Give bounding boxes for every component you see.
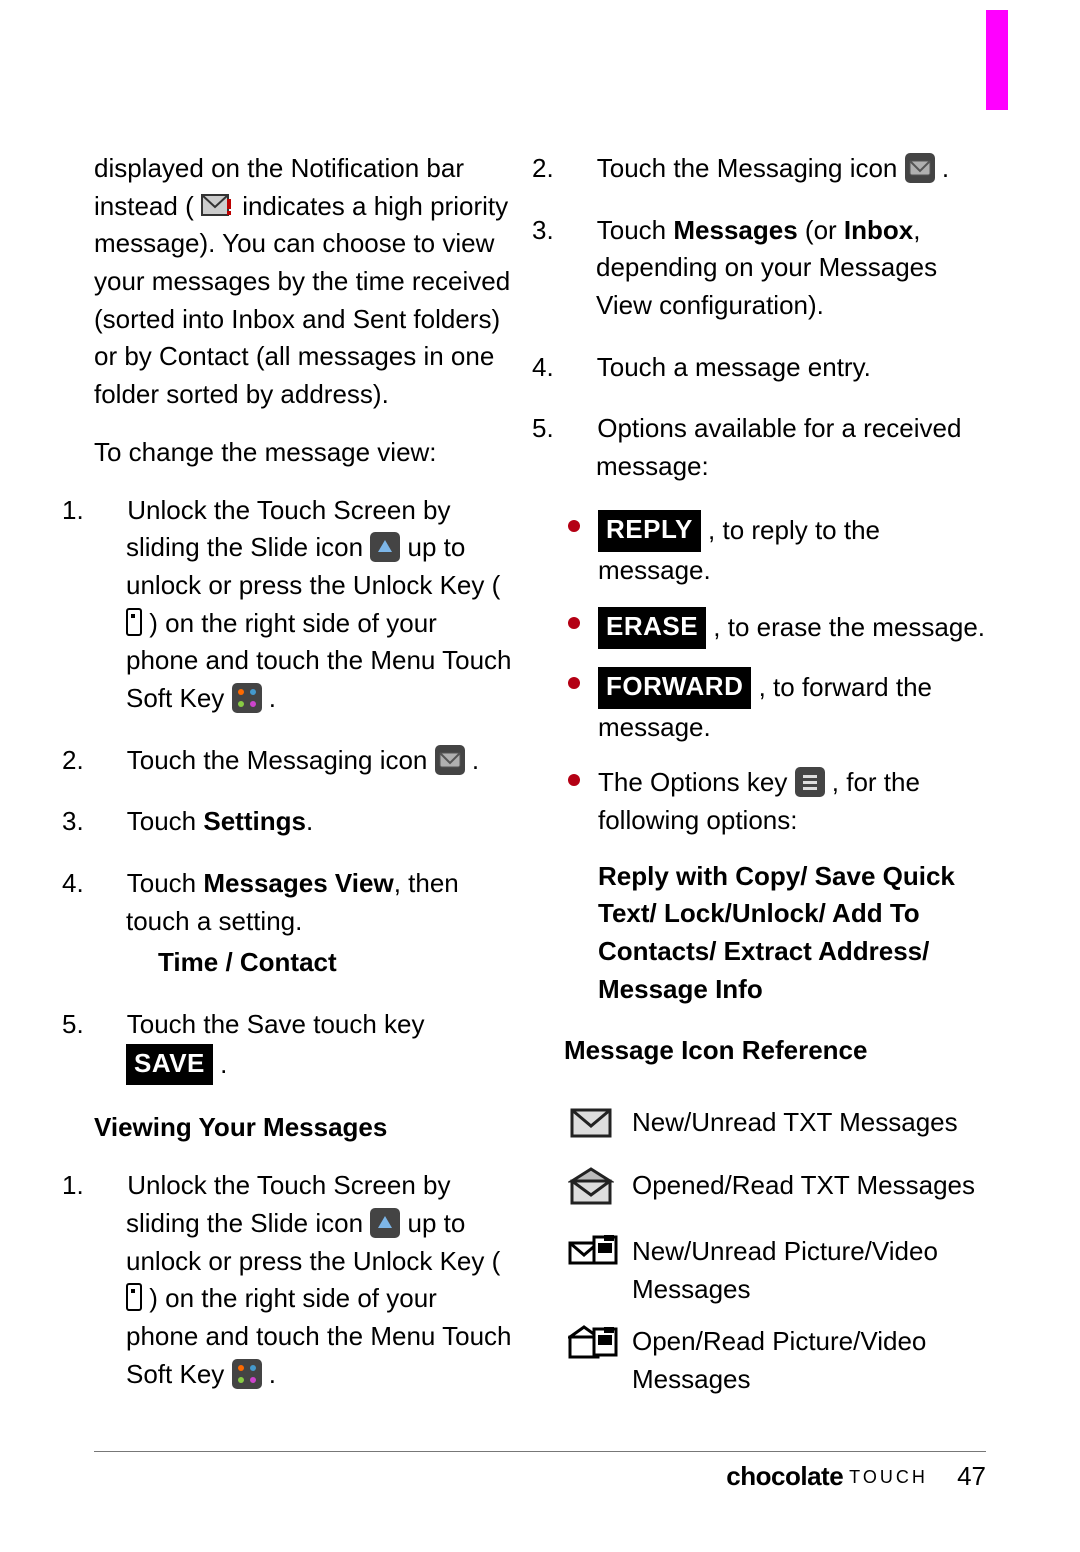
messaging-icon <box>435 745 465 775</box>
option-erase: ERASE , to erase the message. <box>564 607 986 649</box>
option-reply: REPLY , to reply to the message. <box>564 510 986 589</box>
text: ) on the right side of your phone and to… <box>126 1283 512 1388</box>
viewing-messages-steps-right: 2. Touch the Messaging icon . 3. Touch M… <box>564 150 986 486</box>
text: Touch the Messaging icon <box>597 153 905 183</box>
erase-button[interactable]: ERASE <box>598 607 706 649</box>
opened-read-txt-icon <box>568 1167 632 1220</box>
iconref-row: New/Unread TXT Messages <box>568 1104 986 1153</box>
text: . <box>942 153 949 183</box>
slide-up-icon <box>370 1208 400 1238</box>
text: . <box>269 1359 276 1389</box>
text: , to erase the message. <box>706 612 985 642</box>
change-view-steps: 1. Unlock the Touch Screen by sliding th… <box>94 492 516 1086</box>
text: Unlock the Touch Screen by sliding the S… <box>126 1170 451 1238</box>
viewing-messages-steps-left: 1. Unlock the Touch Screen by sliding th… <box>94 1167 516 1393</box>
reply-button[interactable]: REPLY <box>598 510 701 552</box>
text: . <box>269 683 276 713</box>
inbox-label: Inbox <box>844 215 913 245</box>
text: Unlock the Touch Screen by sliding the S… <box>126 495 451 563</box>
text: The Options key <box>598 767 795 797</box>
forward-button[interactable]: FORWARD <box>598 667 751 709</box>
messaging-icon <box>905 153 935 183</box>
text: Touch a message entry. <box>597 352 871 382</box>
page-content: displayed on the Notification bar instea… <box>94 150 986 1432</box>
iconref-row: New/Unread Picture/Video Messages <box>568 1233 986 1308</box>
menu-softkey-icon <box>232 1359 262 1389</box>
step-5: 5. Touch the Save touch key SAVE . <box>94 1006 516 1085</box>
intro-paragraph: displayed on the Notification bar instea… <box>94 150 516 414</box>
received-message-options: REPLY , to reply to the message. ERASE ,… <box>564 510 986 840</box>
page-footer: chocolate TOUCH 47 <box>0 1458 986 1496</box>
change-view-lead: To change the message view: <box>94 434 516 472</box>
save-button[interactable]: SAVE <box>126 1044 213 1086</box>
step-5: 5. Options available for a received mess… <box>564 410 986 485</box>
page-number: 47 <box>957 1461 986 1491</box>
icon-reference-heading: Message Icon Reference <box>564 1032 986 1070</box>
text: . <box>472 745 479 775</box>
time-contact-option: Time / Contact <box>158 944 516 982</box>
settings-label: Settings <box>203 806 306 836</box>
unlock-key-icon <box>126 608 142 636</box>
text: indicates a high priority message). You … <box>94 191 510 409</box>
text: ) on the right side of your phone and to… <box>126 608 512 713</box>
viewing-messages-heading: Viewing Your Messages <box>94 1109 516 1147</box>
brand-sub: TOUCH <box>849 1467 928 1487</box>
slide-up-icon <box>370 532 400 562</box>
new-unread-picture-video-icon <box>568 1233 632 1308</box>
iconref-label: Open/Read Picture/Video Messages <box>632 1323 986 1398</box>
iconref-row: Open/Read Picture/Video Messages <box>568 1323 986 1398</box>
step-1: 1. Unlock the Touch Screen by sliding th… <box>94 492 516 718</box>
text: Touch the Messaging icon <box>127 745 435 775</box>
options-key-icon <box>795 767 825 797</box>
text: Touch <box>597 215 674 245</box>
text: (or <box>798 215 844 245</box>
text: . <box>306 806 313 836</box>
unlock-key-icon <box>126 1283 142 1311</box>
step-3: 3. Touch Messages (or Inbox, depending o… <box>564 212 986 325</box>
text: Touch <box>127 806 204 836</box>
messages-label: Messages <box>673 215 797 245</box>
step-4: 4. Touch a message entry. <box>564 349 986 387</box>
option-options-key: The Options key , for the following opti… <box>564 764 986 839</box>
option-forward: FORWARD , to forward the message. <box>564 667 986 746</box>
iconref-label: New/Unread TXT Messages <box>632 1104 986 1153</box>
text: Options available for a received message… <box>596 413 961 481</box>
step-4: 4. Touch Messages View, then touch a set… <box>94 865 516 982</box>
high-priority-message-icon <box>201 191 235 221</box>
new-unread-txt-icon <box>568 1104 632 1153</box>
options-list: Reply with Copy/ Save Quick Text/ Lock/U… <box>598 858 986 1009</box>
footer-rule <box>94 1451 986 1452</box>
text: . <box>213 1049 227 1079</box>
step-3: 3. Touch Settings. <box>94 803 516 841</box>
text: Touch <box>127 868 204 898</box>
step-2: 2. Touch the Messaging icon . <box>564 150 986 188</box>
messages-view-label: Messages View <box>203 868 393 898</box>
menu-softkey-icon <box>232 683 262 713</box>
iconref-label: New/Unread Picture/Video Messages <box>632 1233 986 1308</box>
open-read-picture-video-icon <box>568 1323 632 1398</box>
text: Touch the Save touch key <box>127 1009 425 1039</box>
step-1: 1. Unlock the Touch Screen by sliding th… <box>94 1167 516 1393</box>
iconref-label: Opened/Read TXT Messages <box>632 1167 986 1220</box>
iconref-row: Opened/Read TXT Messages <box>568 1167 986 1220</box>
step-2: 2. Touch the Messaging icon . <box>94 742 516 780</box>
section-tab-marker <box>986 10 1008 110</box>
brand-name: chocolate <box>726 1461 843 1491</box>
icon-reference-table: New/Unread TXT Messages Opened/Read TXT … <box>568 1090 986 1412</box>
